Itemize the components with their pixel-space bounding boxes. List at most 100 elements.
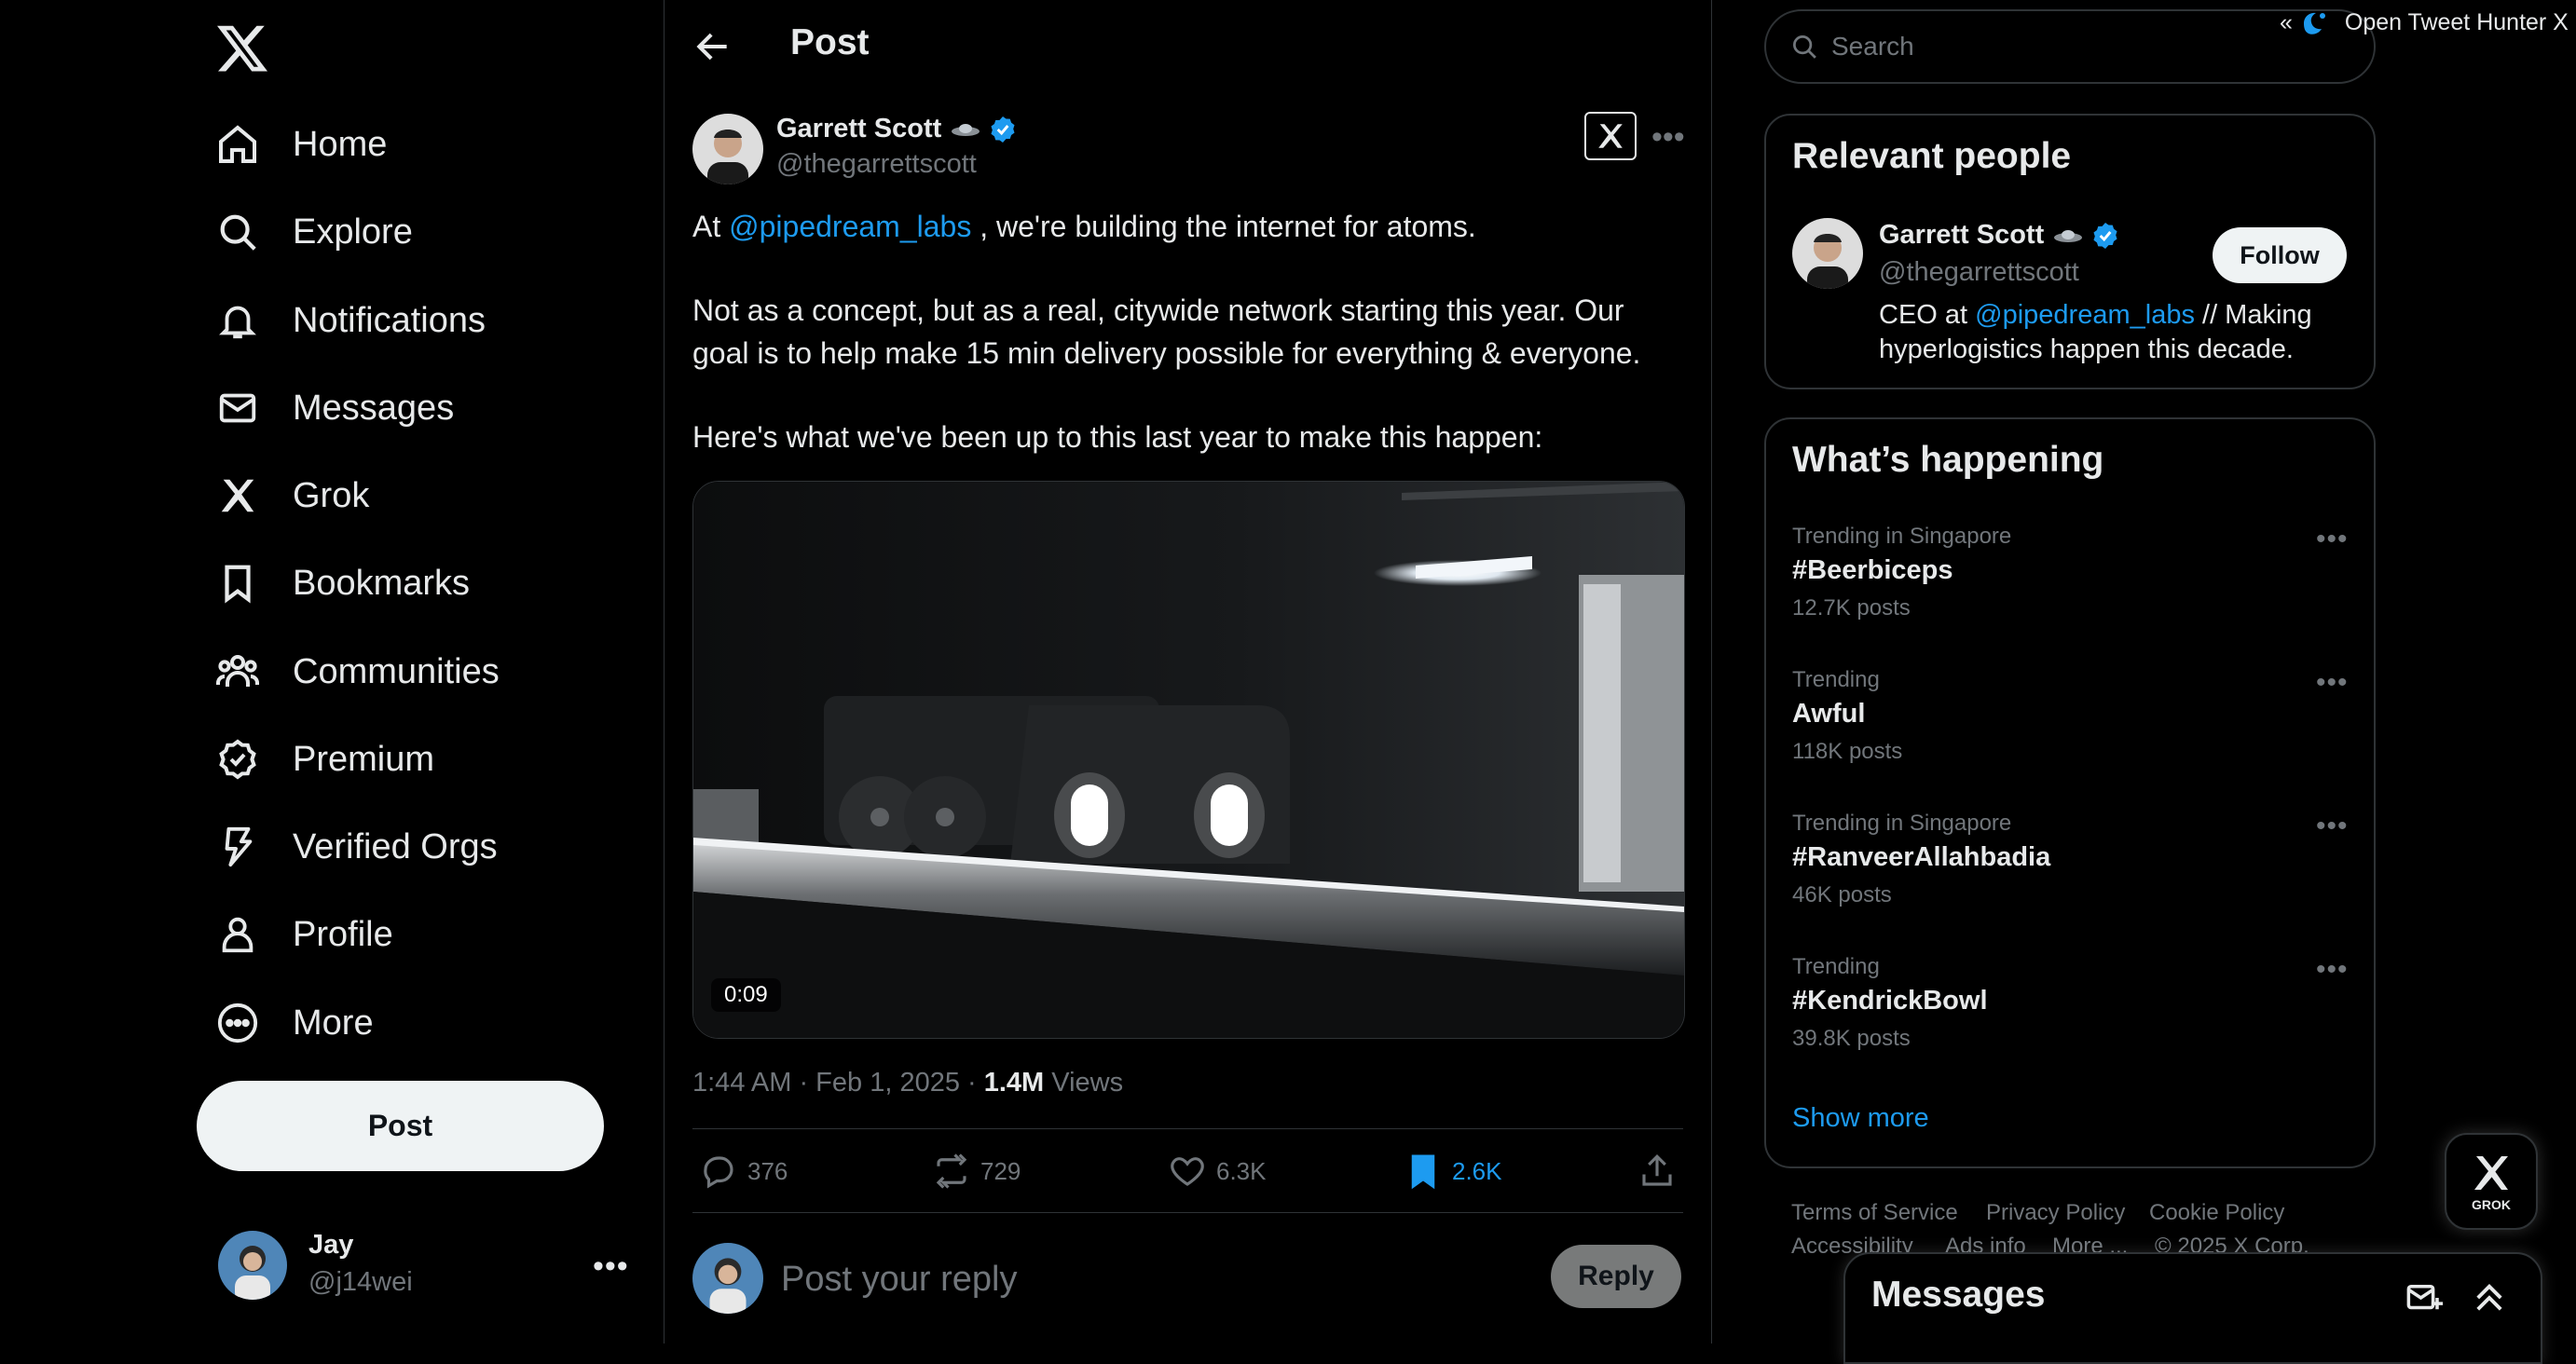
tweet-more-icon[interactable]: •••: [1651, 119, 1685, 156]
bell-icon: [214, 297, 261, 344]
grok-explain-button[interactable]: [1584, 112, 1637, 160]
footer-cookie[interactable]: Cookie Policy: [2149, 1200, 2284, 1226]
post-button[interactable]: Post: [197, 1081, 604, 1171]
bookmark-count: 2.6K: [1452, 1156, 1502, 1185]
tweet-paragraph: Here's what we've been up to this last y…: [692, 420, 1543, 454]
whats-happening-card: What’s happening Trending in Singapore #…: [1764, 417, 2376, 1168]
nav-more[interactable]: More: [214, 990, 374, 1056]
grok-icon: [1598, 124, 1623, 148]
reply-action[interactable]: 376: [699, 1152, 788, 1191]
like-action[interactable]: 6.3K: [1168, 1152, 1267, 1191]
grok-label: GROK: [2472, 1197, 2511, 1212]
author-name[interactable]: Garrett Scott: [776, 114, 1018, 144]
grok-floating-button[interactable]: GROK: [2445, 1133, 2538, 1230]
nav-label: Profile: [293, 914, 393, 954]
nav-label: Verified Orgs: [293, 826, 498, 866]
expand-chevron-icon[interactable]: [2470, 1278, 2509, 1317]
envelope-icon: [214, 385, 261, 431]
trend-context: Trending: [1792, 667, 1880, 692]
lightning-icon: [214, 824, 261, 870]
share-action[interactable]: [1637, 1152, 1686, 1191]
relevant-people-title: Relevant people: [1792, 136, 2072, 176]
heart-icon: [1171, 1157, 1204, 1186]
mention-link[interactable]: @pipedream_labs: [1975, 300, 2195, 330]
mention-link[interactable]: @pipedream_labs: [729, 210, 971, 243]
person-handle[interactable]: @thegarrettscott: [1879, 257, 2079, 288]
footer-terms[interactable]: Terms of Service: [1791, 1200, 1958, 1226]
trend-context: Trending in Singapore: [1792, 811, 2012, 836]
nav-communities[interactable]: Communities: [214, 639, 500, 704]
author-handle[interactable]: @thegarrettscott: [776, 149, 977, 180]
more-circle-icon: [214, 1000, 261, 1046]
trend-item[interactable]: Trending in Singapore #Beerbiceps 12.7K …: [1792, 524, 2351, 621]
trend-context: Trending: [1792, 954, 1880, 979]
trend-more-icon[interactable]: •••: [2316, 954, 2349, 986]
nav-home[interactable]: Home: [214, 112, 387, 177]
nav-bookmarks[interactable]: Bookmarks: [214, 551, 470, 616]
messages-drawer[interactable]: Messages: [1843, 1252, 2542, 1364]
new-message-icon[interactable]: [2405, 1278, 2444, 1317]
trend-count: 12.7K posts: [1792, 595, 1911, 621]
tweet-paragraph: At @pipedream_labs , we're building the …: [692, 210, 1476, 243]
nav-premium[interactable]: Premium: [214, 727, 434, 792]
nav-grok[interactable]: Grok: [214, 463, 369, 528]
nav-explore[interactable]: Explore: [214, 199, 413, 265]
search-icon: [1790, 33, 1818, 61]
account-handle: @j14wei: [308, 1267, 413, 1297]
account-name: Jay: [308, 1230, 354, 1260]
trend-more-icon[interactable]: •••: [2316, 811, 2349, 842]
nav-label: Messages: [293, 388, 455, 428]
video-duration: 0:09: [711, 978, 781, 1012]
trend-more-icon[interactable]: •••: [2316, 524, 2349, 555]
show-more-link[interactable]: Show more: [1792, 1103, 1929, 1134]
trend-item[interactable]: Trending #KendrickBowl 39.8K posts: [1792, 954, 2351, 1052]
tweet-timestamp[interactable]: 1:44 AM · Feb 1, 2025 ·: [692, 1068, 984, 1098]
people-icon: [214, 648, 261, 695]
verified-checkmark-icon: [2090, 221, 2120, 251]
repost-icon: [936, 1153, 967, 1189]
account-more-icon[interactable]: •••: [593, 1248, 629, 1285]
footer-privacy[interactable]: Privacy Policy: [1986, 1200, 2125, 1226]
person-name[interactable]: Garrett Scott: [1879, 220, 2120, 251]
x-logo-icon[interactable]: [214, 20, 270, 76]
nav-messages[interactable]: Messages: [214, 375, 454, 441]
trend-name: #KendrickBowl: [1792, 986, 1988, 1016]
tweet-text: At @pipedream_labs , we're building the …: [692, 205, 1662, 499]
person-icon: [214, 911, 261, 958]
reply-button[interactable]: Reply: [1551, 1245, 1681, 1308]
nav-profile[interactable]: Profile: [214, 902, 393, 967]
bookmark-icon: [214, 560, 261, 607]
verified-checkmark-icon: [988, 115, 1018, 144]
trend-item[interactable]: Trending Awful 118K posts: [1792, 667, 2351, 765]
messages-drawer-title: Messages: [1871, 1275, 2046, 1315]
trend-name: #Beerbiceps: [1792, 555, 1953, 585]
nav-verified-orgs[interactable]: Verified Orgs: [214, 814, 498, 880]
follow-button[interactable]: Follow: [2213, 227, 2347, 283]
ufo-emoji-icon: [2053, 227, 2083, 244]
trend-item[interactable]: Trending in Singapore #RanveerAllahbadia…: [1792, 811, 2351, 908]
grok-icon: [214, 472, 261, 519]
search-icon: [214, 209, 261, 255]
search-input[interactable]: [1829, 31, 2318, 62]
person-name-text: Garrett Scott: [1879, 220, 2045, 250]
author-avatar[interactable]: [692, 114, 763, 184]
reply-input[interactable]: [779, 1252, 1435, 1306]
left-sidebar: Home Explore Notifications Messages Grok…: [0, 0, 664, 1344]
trend-count: 46K posts: [1792, 882, 1892, 907]
repost-action[interactable]: 729: [932, 1152, 1021, 1191]
repost-count: 729: [980, 1156, 1021, 1185]
tweet-video[interactable]: [692, 481, 1685, 1039]
tweet-hunter-extension[interactable]: « Open Tweet Hunter X: [2280, 9, 2569, 36]
person-bio: CEO at @pipedream_labs // Making hyperlo…: [1879, 300, 2312, 364]
author-name-text: Garrett Scott: [776, 114, 942, 143]
person-avatar[interactable]: [1792, 218, 1863, 289]
page-title: Post: [790, 22, 870, 62]
divider: [1711, 0, 1712, 1344]
account-avatar[interactable]: [218, 1231, 287, 1300]
nav-notifications[interactable]: Notifications: [214, 288, 486, 353]
trend-more-icon[interactable]: •••: [2316, 667, 2349, 699]
bookmark-action[interactable]: 2.6K: [1404, 1152, 1502, 1191]
back-arrow-icon[interactable]: [692, 26, 733, 67]
nav-label: Home: [293, 124, 388, 164]
reply-avatar: [692, 1243, 763, 1314]
